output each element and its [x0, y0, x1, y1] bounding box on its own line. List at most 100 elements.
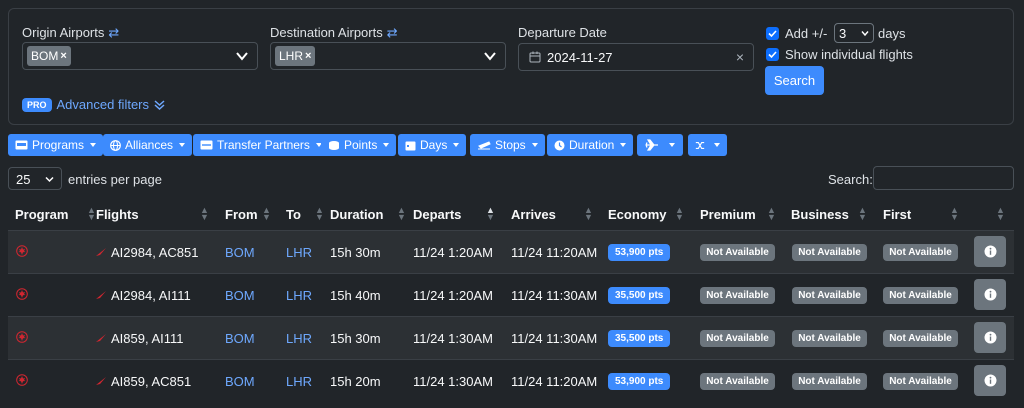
- from-link[interactable]: BOM: [225, 331, 255, 346]
- sort-icon[interactable]: ▲ ▼: [858, 206, 867, 222]
- days-label: days: [878, 26, 906, 41]
- air-india-logo-icon: [96, 248, 106, 256]
- table-row: AI2984, AC851 BOM LHR 15h 30m 11/24 1:20…: [8, 230, 1014, 273]
- column-header-flights[interactable]: Flights: [96, 207, 139, 222]
- entries-per-page-label: entries per page: [68, 172, 162, 187]
- sort-icon[interactable]: ▲ ▼: [950, 206, 959, 222]
- from-link[interactable]: BOM: [225, 374, 255, 389]
- chevron-down-icon[interactable]: [483, 49, 497, 63]
- duration-cell: 15h 30m: [330, 245, 381, 260]
- premium-badge: Not Available: [700, 373, 775, 390]
- flights-cell: AI859, AI111: [96, 331, 184, 346]
- sort-icon[interactable]: ▲ ▼: [675, 206, 684, 222]
- plane-departure-icon: [478, 140, 491, 149]
- sort-icon[interactable]: ▲ ▼: [315, 206, 324, 222]
- advanced-filters-toggle[interactable]: PRO Advanced filters: [22, 97, 165, 112]
- to-link[interactable]: LHR: [286, 288, 312, 303]
- info-icon: [984, 331, 996, 344]
- sort-icon[interactable]: ▲ ▼: [397, 206, 406, 222]
- aircraft-filter-button[interactable]: [637, 134, 683, 156]
- programs-filter-label: Programs: [32, 138, 85, 152]
- details-button[interactable]: [974, 236, 1006, 267]
- sort-icon[interactable]: ▲ ▼: [996, 206, 1005, 222]
- to-link[interactable]: LHR: [286, 374, 312, 389]
- add-days-select[interactable]: 3: [834, 23, 874, 43]
- details-button[interactable]: [974, 322, 1006, 353]
- alliances-filter-button[interactable]: Alliances: [103, 134, 193, 156]
- days-filter-button[interactable]: Days: [398, 134, 467, 156]
- calendar-icon: [405, 141, 416, 150]
- plane-icon: [645, 139, 658, 151]
- details-button[interactable]: [974, 279, 1006, 310]
- business-badge: Not Available: [792, 373, 867, 390]
- sort-asc-icon[interactable]: ▲ ▼: [486, 206, 495, 222]
- advanced-filters-link[interactable]: Advanced filters: [57, 97, 150, 112]
- chevron-down-icon[interactable]: [235, 49, 249, 63]
- economy-points-badge[interactable]: 35,500 pts: [608, 287, 671, 304]
- swap-destination-icon[interactable]: ⇄: [387, 25, 398, 40]
- sort-icon[interactable]: ▲ ▼: [87, 206, 96, 222]
- column-header-economy[interactable]: Economy: [608, 207, 667, 222]
- column-header-from[interactable]: From: [225, 207, 258, 222]
- sort-icon[interactable]: ▲ ▼: [262, 206, 271, 222]
- remove-tag-icon[interactable]: ×: [60, 46, 66, 66]
- economy-points-badge[interactable]: 53,900 pts: [608, 373, 671, 390]
- page-size-value: 25: [16, 172, 31, 187]
- origin-label: Origin Airports ⇄: [22, 25, 120, 40]
- alliances-filter-label: Alliances: [125, 138, 174, 152]
- column-header-departs[interactable]: Departs: [413, 207, 461, 222]
- business-badge: Not Available: [792, 330, 867, 347]
- shuffle-filter-button[interactable]: [688, 134, 727, 156]
- air-india-logo-icon: [96, 291, 106, 299]
- air-canada-logo-icon: [16, 245, 28, 257]
- swap-origin-icon[interactable]: ⇄: [108, 25, 119, 40]
- duration-cell: 15h 30m: [330, 331, 381, 346]
- column-header-premium[interactable]: Premium: [700, 207, 756, 222]
- info-icon: [984, 245, 996, 258]
- sort-icon[interactable]: ▲ ▼: [767, 206, 776, 222]
- sort-icon[interactable]: ▲ ▼: [200, 206, 209, 222]
- column-header-arrives[interactable]: Arrives: [511, 207, 556, 222]
- first-badge: Not Available: [883, 244, 958, 261]
- clear-date-icon[interactable]: ×: [736, 49, 744, 65]
- chevron-down-icon: [861, 31, 869, 37]
- coins-icon: [329, 140, 339, 150]
- to-link[interactable]: LHR: [286, 245, 312, 260]
- from-link[interactable]: BOM: [225, 288, 255, 303]
- search-panel: Origin Airports ⇄ BOM × Destination Airpor…: [8, 8, 1014, 125]
- arrives-cell: 11/24 11:20AM: [511, 374, 598, 389]
- points-filter-button[interactable]: Points: [321, 134, 397, 156]
- column-header-business[interactable]: Business: [791, 207, 849, 222]
- stops-filter-button[interactable]: Stops: [470, 134, 545, 156]
- departs-cell: 11/24 1:20AM: [413, 288, 493, 303]
- business-badge: Not Available: [792, 244, 867, 261]
- add-days-checkbox[interactable]: [766, 27, 779, 40]
- column-header-program[interactable]: Program: [15, 207, 68, 222]
- page-size-select[interactable]: 25: [8, 167, 62, 190]
- date-value: 2024-11-27: [547, 50, 613, 65]
- premium-badge: Not Available: [700, 330, 775, 347]
- economy-points-badge[interactable]: 53,900 pts: [608, 244, 671, 261]
- air-canada-logo-icon: [16, 374, 28, 386]
- departs-cell: 11/24 1:30AM: [413, 331, 493, 346]
- duration-cell: 15h 40m: [330, 288, 381, 303]
- transfer-partners-filter-button[interactable]: Transfer Partners: [193, 134, 329, 156]
- table-search-label: Search:: [828, 172, 873, 187]
- programs-filter-button[interactable]: Programs: [8, 134, 104, 156]
- table-search-input[interactable]: [873, 166, 1014, 190]
- to-link[interactable]: LHR: [286, 331, 312, 346]
- origin-select[interactable]: BOM ×: [22, 42, 258, 70]
- search-button[interactable]: Search: [765, 66, 824, 95]
- destination-select[interactable]: LHR ×: [270, 42, 506, 70]
- sort-icon[interactable]: ▲ ▼: [584, 206, 593, 222]
- show-individual-checkbox[interactable]: [766, 48, 779, 61]
- remove-tag-icon[interactable]: ×: [305, 46, 311, 66]
- column-header-to[interactable]: To: [286, 207, 301, 222]
- details-button[interactable]: [974, 365, 1006, 396]
- from-link[interactable]: BOM: [225, 245, 255, 260]
- column-header-duration[interactable]: Duration: [330, 207, 383, 222]
- duration-filter-button[interactable]: Duration: [547, 134, 634, 156]
- column-header-first[interactable]: First: [883, 207, 911, 222]
- economy-points-badge[interactable]: 35,500 pts: [608, 330, 671, 347]
- departure-date-input[interactable]: 2024-11-27 ×: [518, 43, 754, 71]
